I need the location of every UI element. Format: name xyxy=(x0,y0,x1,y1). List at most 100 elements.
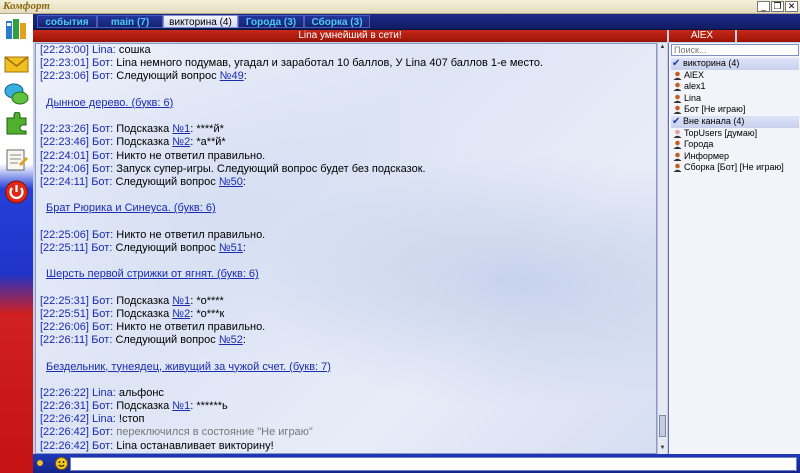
message-author[interactable]: Бот: xyxy=(92,57,113,69)
user-list-item[interactable]: Информер xyxy=(671,151,799,163)
message-author[interactable]: Бот: xyxy=(91,242,112,254)
message-text: Lina останавливает викторину! xyxy=(113,439,274,452)
message-timestamp: [22:26:42] xyxy=(40,439,89,452)
notes-icon[interactable] xyxy=(4,148,29,172)
message-author[interactable]: Бот: xyxy=(92,426,113,438)
user-list-item[interactable]: Lina xyxy=(671,93,799,105)
message-text: Следующий вопрос xyxy=(112,334,219,347)
user-list-item[interactable]: AlEX xyxy=(671,70,799,82)
user-avatar-icon xyxy=(673,106,682,115)
user-avatar-icon xyxy=(673,82,682,92)
message-timestamp: [22:24:11] xyxy=(40,175,89,188)
chat-bubbles-icon[interactable] xyxy=(4,82,29,106)
quiz-question: Брат Рюрика и Синеуса. (букв: 6) xyxy=(40,202,650,215)
chat-message: [22:25:06] Бот: Никто не ответил правиль… xyxy=(40,229,650,242)
user-search-input[interactable] xyxy=(671,44,799,56)
user-list-label: Бот [Не играю] xyxy=(684,104,746,115)
user-group-header[interactable]: ✔ Вне канала (4) xyxy=(671,115,799,128)
message-text: Никто не ответил правильно. xyxy=(113,320,266,333)
contacts-icon[interactable] xyxy=(4,18,29,42)
message-author[interactable]: Бот: xyxy=(92,229,113,241)
question-number-link[interactable]: №2 xyxy=(172,308,190,320)
chat-scrollbar[interactable]: ▲ ▼ xyxy=(657,43,667,454)
chat-message: [22:24:01] Бот: Никто не ответил правиль… xyxy=(40,150,650,163)
minimize-button[interactable]: _ xyxy=(757,1,770,12)
chat-message: [22:23:26] Бот: Подсказка №1: ****й* xyxy=(40,123,650,136)
power-exit-icon[interactable] xyxy=(4,180,29,204)
message-author[interactable]: Бот: xyxy=(92,123,113,135)
message-text: Подсказка xyxy=(113,123,173,136)
message-timestamp: [22:25:06] xyxy=(40,228,89,241)
question-number-link[interactable]: №1 xyxy=(172,400,190,412)
user-list-item[interactable]: Сборка [Бот] [Не играю] xyxy=(671,162,799,174)
mail-icon[interactable] xyxy=(4,52,29,76)
message-author[interactable]: Бот: xyxy=(92,70,113,82)
question-number-link[interactable]: №51 xyxy=(219,242,243,254)
message-author[interactable]: Бот: xyxy=(92,321,113,333)
question-number-link[interactable]: №49 xyxy=(220,70,244,82)
question-link[interactable]: Шерсть первой стрижки от ягнят. (букв: 6… xyxy=(46,268,259,280)
message-text-tail: : ******ь xyxy=(190,400,228,413)
question-link[interactable]: Брат Рюрика и Синеуса. (букв: 6) xyxy=(46,202,216,214)
message-author[interactable]: Lina: xyxy=(92,413,116,425)
chat-message: [22:26:31] Бот: Подсказка №1: ******ь xyxy=(40,400,650,413)
question-number-link[interactable]: №1 xyxy=(172,295,190,307)
quiz-question: Шерсть первой стрижки от ягнят. (букв: 6… xyxy=(40,268,650,281)
message-text-tail: : xyxy=(243,70,247,83)
question-number-link[interactable]: №1 xyxy=(172,123,190,135)
channel-tabs: события main (7) викторина (4) Города (3… xyxy=(33,14,800,30)
question-link[interactable]: Бездельник, тунеядец, живущий за чужой с… xyxy=(46,361,331,373)
question-number-link[interactable]: №2 xyxy=(172,136,190,148)
question-number-link[interactable]: №50 xyxy=(219,176,243,188)
message-author[interactable]: Бот: xyxy=(92,136,113,148)
message-author[interactable]: Бот: xyxy=(92,295,113,307)
user-list-item[interactable]: TopUsers [думаю] xyxy=(671,128,799,140)
message-input[interactable] xyxy=(70,457,797,471)
close-button[interactable]: ✕ xyxy=(785,1,798,12)
scroll-up-icon[interactable]: ▲ xyxy=(659,44,666,51)
message-timestamp: [22:23:01] xyxy=(40,57,89,70)
plugins-puzzle-icon[interactable] xyxy=(4,112,29,136)
chat-log[interactable]: [22:23:00] Lina: сошка [22:23:01] Бот: Li… xyxy=(35,43,657,454)
scroll-down-icon[interactable]: ▼ xyxy=(659,445,666,452)
message-author[interactable]: Lina: xyxy=(92,387,116,399)
tab-events[interactable]: события xyxy=(37,15,97,28)
question-link[interactable]: Дынное дерево. (букв: 6) xyxy=(46,97,173,109)
user-group-header[interactable]: ✔ викторина (4) xyxy=(671,58,799,70)
chat-message: [22:26:06] Бот: Никто не ответил правиль… xyxy=(40,321,650,334)
question-number-link[interactable]: №52 xyxy=(219,334,243,346)
chat-message: [22:26:11] Бот: Следующий вопрос №52: xyxy=(40,334,650,347)
message-author[interactable]: Бот: xyxy=(92,308,113,320)
smiley-icon[interactable] xyxy=(55,457,68,470)
tab-build[interactable]: Сборка (3) xyxy=(304,15,370,28)
message-author[interactable]: Lina: xyxy=(92,44,116,56)
message-author[interactable]: Бот: xyxy=(91,176,112,188)
message-timestamp: [22:24:01] xyxy=(40,149,89,162)
window-controls: _ ❐ ✕ xyxy=(757,1,798,12)
user-list-item[interactable]: alex1 xyxy=(671,81,799,93)
scroll-thumb[interactable] xyxy=(659,415,666,437)
message-author[interactable]: Бот: xyxy=(92,440,113,452)
user-list-item[interactable]: Бот [Не играю] xyxy=(671,104,799,116)
user-list-item[interactable]: Города xyxy=(671,139,799,151)
tab-quiz[interactable]: викторина (4) xyxy=(163,15,238,28)
user-avatar-icon xyxy=(673,164,682,173)
message-author[interactable]: Бот: xyxy=(92,400,113,412)
title-bar: Комфорт _ ❐ ✕ xyxy=(0,0,800,14)
check-icon: ✔ xyxy=(672,58,681,69)
message-author[interactable]: Бот: xyxy=(92,150,113,162)
left-toolbar xyxy=(0,14,33,473)
tab-main[interactable]: main (7) xyxy=(97,15,163,28)
message-timestamp: [22:26:42] xyxy=(40,413,89,426)
restore-button[interactable]: ❐ xyxy=(771,1,784,12)
check-icon: ✔ xyxy=(672,115,681,127)
message-author[interactable]: Бот: xyxy=(91,334,112,346)
message-text: сошка xyxy=(115,44,151,56)
tab-cities[interactable]: Города (3) xyxy=(238,15,304,28)
message-author[interactable]: Бот: xyxy=(92,163,113,175)
